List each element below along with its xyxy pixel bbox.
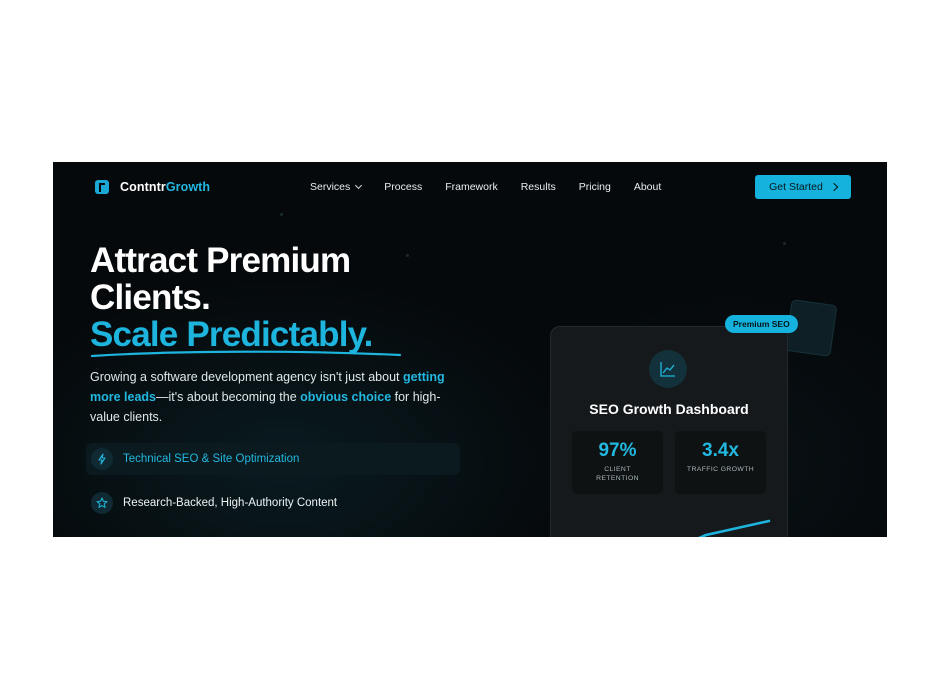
hero-heading-highlight: Scale Predictably. — [90, 315, 373, 354]
hero-heading: Attract Premium Clients. Scale Predictab… — [90, 242, 373, 353]
get-started-button[interactable]: Get Started — [755, 175, 851, 199]
nav-item-about[interactable]: About — [634, 180, 661, 194]
nav-item-results[interactable]: Results — [521, 180, 556, 194]
nav-item-process[interactable]: Process — [384, 180, 422, 194]
feature-label: Research-Backed, High-Authority Content — [123, 497, 338, 509]
chevron-right-icon — [829, 182, 839, 192]
background-dot — [280, 213, 283, 216]
brand-name: ContntrGrowth — [120, 180, 211, 194]
feature-label: Technical SEO & Site Optimization — [123, 453, 300, 465]
nav-item-services[interactable]: Services — [310, 180, 363, 194]
feature-item-content[interactable]: Research-Backed, High-Authority Content — [91, 492, 337, 514]
star-icon — [91, 492, 113, 514]
hero-section: ContntrGrowth Services Process Framework… — [53, 162, 887, 537]
hero-description: Growing a software development agency is… — [90, 370, 445, 424]
get-started-label: Get Started — [769, 181, 823, 193]
chevron-down-icon — [355, 181, 363, 190]
nav-item-pricing[interactable]: Pricing — [579, 180, 611, 194]
lightning-icon — [91, 448, 113, 470]
heading-underline — [90, 350, 402, 358]
logo-icon — [95, 180, 109, 194]
stat-label: TRAFFIC GROWTH — [686, 466, 755, 473]
hero-heading-line1: Attract Premium — [90, 241, 351, 280]
stat-client-retention: 97% CLIENT RETENTION — [572, 431, 663, 494]
main-nav: Services Process Framework Results Prici… — [310, 180, 684, 194]
seo-dashboard-card: SEO Growth Dashboard 97% CLIENT RETENTION… — [550, 326, 788, 537]
stat-value: 3.4x — [702, 440, 739, 461]
stat-value: 97% — [598, 440, 637, 461]
dashboard-title: SEO Growth Dashboard — [589, 401, 749, 417]
hero-heading-line2: Clients. — [90, 278, 211, 317]
premium-seo-badge: Premium SEO — [725, 315, 798, 333]
feature-item-technical-seo[interactable]: Technical SEO & Site Optimization — [86, 443, 460, 475]
nav-item-framework[interactable]: Framework — [445, 180, 498, 194]
line-chart-icon — [649, 350, 687, 388]
brand-logo[interactable]: ContntrGrowth — [95, 180, 210, 194]
stat-label: CLIENT RETENTION — [596, 466, 639, 482]
growth-trend-line — [698, 519, 771, 537]
background-dot — [406, 254, 409, 257]
stat-traffic-growth: 3.4x TRAFFIC GROWTH — [675, 431, 766, 494]
background-dot — [783, 242, 786, 245]
